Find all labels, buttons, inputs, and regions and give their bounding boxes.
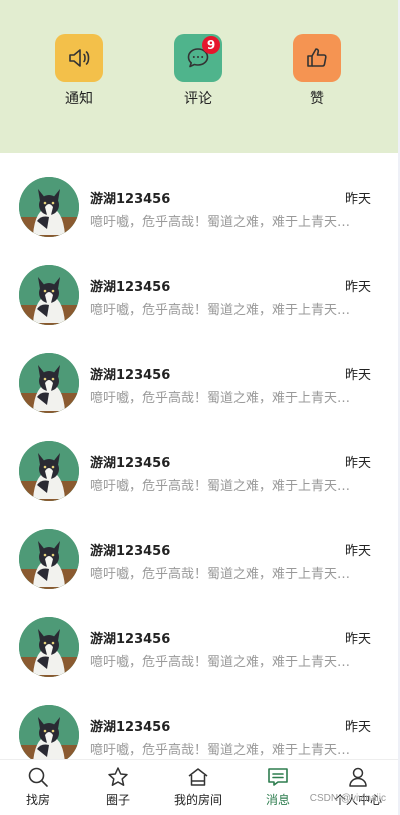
message-time: 昨天: [344, 280, 371, 295]
comment-icon-box[interactable]: 9: [174, 34, 222, 82]
avatar[interactable]: [19, 265, 79, 325]
sender-name: 游湖123456: [90, 456, 171, 471]
cat-avatar-image: [19, 353, 79, 413]
sender-name: 游湖123456: [90, 192, 171, 207]
tab-find-house[interactable]: 找房: [0, 766, 78, 808]
message-item[interactable]: 游湖123456 昨天 噫吁嚱，危乎高哉！蜀道之难，难于上青天！蚕丛及鱼凫，开国…: [0, 681, 398, 759]
comment-count-badge: 9: [202, 36, 220, 54]
sender-name: 游湖123456: [90, 632, 171, 647]
avatar[interactable]: [19, 529, 79, 589]
message-preview: 噫吁嚱，危乎高哉！蜀道之难，难于上青天！蚕丛及鱼凫，开国何茫然: [90, 479, 362, 494]
tab-label: 圈子: [105, 793, 130, 807]
cat-avatar-image: [19, 265, 79, 325]
message-item[interactable]: 游湖123456 昨天 噫吁嚱，危乎高哉！蜀道之难，难于上青天！蚕丛及鱼凫，开国…: [0, 153, 398, 241]
cat-avatar-image: [19, 441, 79, 501]
message-item[interactable]: 游湖123456 昨天 噫吁嚱，危乎高哉！蜀道之难，难于上青天！蚕丛及鱼凫，开国…: [0, 241, 398, 329]
message-item[interactable]: 游湖123456 昨天 噫吁嚱，危乎高哉！蜀道之难，难于上青天！蚕丛及鱼凫，开国…: [0, 593, 398, 681]
message-preview: 噫吁嚱，危乎高哉！蜀道之难，难于上青天！蚕丛及鱼凫，开国何茫然: [90, 391, 362, 406]
comment-label: 评论: [184, 91, 212, 107]
notify-icon-box[interactable]: [55, 34, 103, 82]
message-preview: 噫吁嚱，危乎高哉！蜀道之难，难于上青天！蚕丛及鱼凫，开国何茫然: [90, 655, 362, 670]
message-preview: 噫吁嚱，危乎高哉！蜀道之难，难于上青天！蚕丛及鱼凫，开国何茫然: [90, 743, 362, 758]
avatar[interactable]: [19, 617, 79, 677]
message-item[interactable]: 游湖123456 昨天 噫吁嚱，危乎高哉！蜀道之难，难于上青天！蚕丛及鱼凫，开国…: [0, 505, 398, 593]
tab-my-room[interactable]: 我的房间: [158, 766, 238, 808]
tab-circle[interactable]: 圈子: [78, 766, 158, 808]
cat-avatar-image: [19, 177, 79, 237]
sender-name: 游湖123456: [90, 544, 171, 559]
message-preview: 噫吁嚱，危乎高哉！蜀道之难，难于上青天！蚕丛及鱼凫，开国何茫然: [90, 303, 362, 318]
home-icon: [188, 768, 208, 786]
sender-name: 游湖123456: [90, 368, 171, 383]
cat-avatar-image: [19, 617, 79, 677]
message-time: 昨天: [344, 192, 371, 207]
notify-label: 通知: [65, 91, 93, 107]
message-time: 昨天: [344, 456, 371, 471]
thumbs-up-icon: [307, 48, 327, 67]
message-time: 昨天: [344, 368, 371, 383]
comment-entry[interactable]: 9 评论: [158, 34, 238, 108]
message-list: 游湖123456 昨天 噫吁嚱，危乎高哉！蜀道之难，难于上青天！蚕丛及鱼凫，开国…: [0, 153, 398, 759]
avatar[interactable]: [19, 441, 79, 501]
message-icon: [268, 768, 288, 786]
tab-label: 找房: [25, 793, 50, 807]
message-time: 昨天: [344, 720, 371, 735]
like-entry[interactable]: 赞: [277, 34, 357, 108]
tab-label: 消息: [265, 793, 290, 807]
watermark: CSDN @vivinaiic: [309, 793, 386, 804]
sender-name: 游湖123456: [90, 720, 171, 735]
cat-avatar-image: [19, 705, 79, 759]
message-item[interactable]: 游湖123456 昨天 噫吁嚱，危乎高哉！蜀道之难，难于上青天！蚕丛及鱼凫，开国…: [0, 329, 398, 417]
like-icon-box[interactable]: [293, 34, 341, 82]
message-preview: 噫吁嚱，危乎高哉！蜀道之难，难于上青天！蚕丛及鱼凫，开国何茫然: [90, 567, 362, 582]
tab-bar: 找房 圈子 我的房间 消息 个人中心: [0, 759, 398, 815]
sender-name: 游湖123456: [90, 280, 171, 295]
tab-label: 我的房间: [173, 793, 222, 807]
message-time: 昨天: [344, 632, 371, 647]
cat-avatar-image: [19, 529, 79, 589]
star-icon: [108, 767, 128, 786]
avatar[interactable]: [19, 177, 79, 237]
messages-page: 通知 9 评论 赞 游湖123456 昨天 噫吁嚱，危乎高哉！蜀道之难，难于上青…: [0, 0, 400, 815]
speaker-icon: [69, 49, 90, 67]
avatar[interactable]: [19, 353, 79, 413]
tab-messages[interactable]: 消息: [238, 766, 318, 808]
message-item[interactable]: 游湖123456 昨天 噫吁嚱，危乎高哉！蜀道之难，难于上青天！蚕丛及鱼凫，开国…: [0, 417, 398, 505]
notify-entry[interactable]: 通知: [39, 34, 119, 108]
search-icon: [28, 767, 48, 787]
header-panel: 通知 9 评论 赞: [0, 0, 398, 153]
like-label: 赞: [310, 91, 324, 107]
message-time: 昨天: [344, 544, 371, 559]
message-preview: 噫吁嚱，危乎高哉！蜀道之难，难于上青天！蚕丛及鱼凫，开国何茫然: [90, 215, 362, 230]
user-icon: [349, 767, 367, 787]
avatar[interactable]: [19, 705, 79, 759]
